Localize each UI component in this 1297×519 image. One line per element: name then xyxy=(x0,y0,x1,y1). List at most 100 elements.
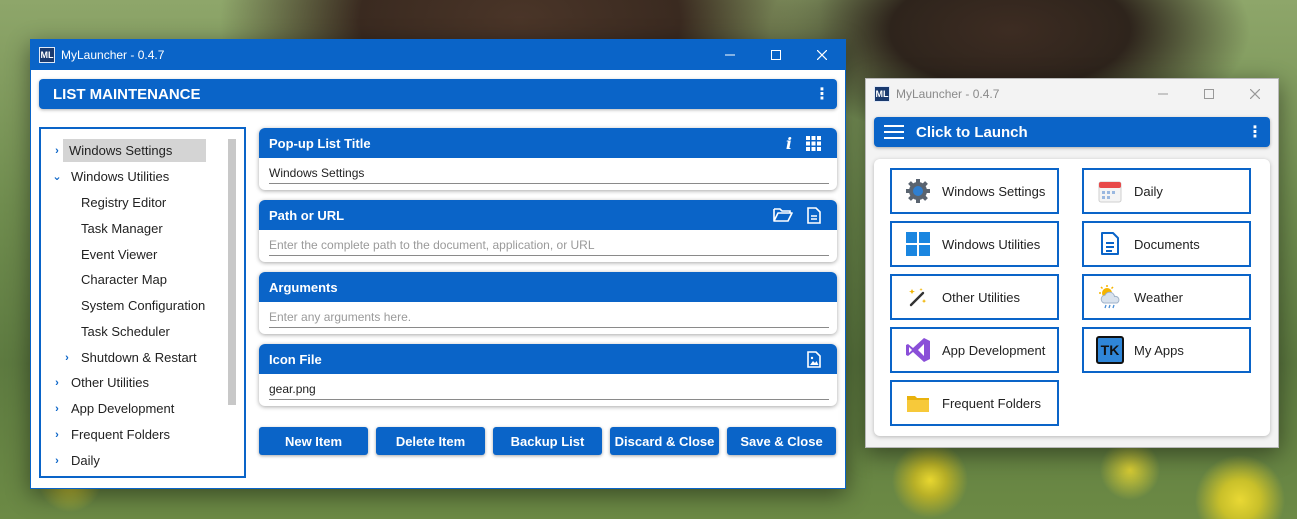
icon-file-field: Icon File gear.png xyxy=(259,344,837,406)
maximize-button[interactable] xyxy=(1186,79,1232,109)
page-header: LIST MAINTENANCE ⋮ xyxy=(39,79,837,109)
launcher-header: Click to Launch ⋮ xyxy=(874,117,1270,147)
tree-item[interactable]: Task Manager xyxy=(75,216,169,241)
calendar-icon xyxy=(1096,177,1124,205)
tile-label: My Apps xyxy=(1134,342,1184,358)
close-button[interactable] xyxy=(1232,79,1278,109)
close-button[interactable] xyxy=(799,40,845,70)
tree-item-label: Windows Settings xyxy=(63,139,206,162)
app-logo-icon: ML xyxy=(874,86,890,102)
popup-title-input[interactable]: Windows Settings xyxy=(269,164,829,184)
title-bar[interactable]: ML MyLauncher - 0.4.7 xyxy=(866,79,1278,109)
more-menu-icon[interactable]: ⋮ xyxy=(1240,122,1270,142)
weather-icon xyxy=(1096,283,1124,311)
field-label: Path or URL xyxy=(269,207,345,223)
delete-item-button[interactable]: Delete Item xyxy=(376,427,485,455)
chevron-down-icon[interactable]: ⌄ xyxy=(49,170,65,183)
tile-windows-utilities[interactable]: Windows Utilities xyxy=(890,221,1059,267)
tile-frequent-folders[interactable]: Frequent Folders xyxy=(890,380,1059,426)
new-item-button[interactable]: New Item xyxy=(259,427,368,455)
tree-item[interactable]: › Other Utilities xyxy=(49,370,155,395)
backup-list-button[interactable]: Backup List xyxy=(493,427,602,455)
document-icon[interactable] xyxy=(807,206,821,224)
save-close-button[interactable]: Save & Close xyxy=(727,427,836,455)
chevron-right-icon[interactable]: › xyxy=(49,455,65,467)
tile-label: Windows Utilities xyxy=(942,236,1041,252)
tile-my-apps[interactable]: TK My Apps xyxy=(1082,327,1251,373)
image-file-icon[interactable] xyxy=(807,350,821,368)
tree-item[interactable]: Character Map xyxy=(75,267,173,292)
tree-item-label: Shutdown & Restart xyxy=(81,350,197,365)
maximize-icon xyxy=(771,50,781,60)
tree-item-label: Registry Editor xyxy=(81,195,167,210)
chevron-right-icon[interactable]: › xyxy=(59,352,75,364)
launcher-window: ML MyLauncher - 0.4.7 Click to Launch ⋮ xyxy=(865,78,1279,448)
tree-item[interactable]: › Frequent Folders xyxy=(49,422,176,447)
magic-wand-icon xyxy=(904,283,932,311)
info-icon[interactable]: i xyxy=(786,134,792,153)
path-input[interactable]: Enter the complete path to the document,… xyxy=(269,236,829,256)
tk-icon-text: TK xyxy=(1100,342,1120,358)
launcher-title: Click to Launch xyxy=(916,123,1028,141)
tile-label: Windows Settings xyxy=(942,183,1046,199)
minimize-icon xyxy=(725,54,735,56)
hamburger-menu-icon[interactable] xyxy=(883,124,905,140)
tile-label: Frequent Folders xyxy=(942,395,1041,411)
close-icon xyxy=(1250,89,1260,99)
tk-icon: TK xyxy=(1096,336,1124,364)
visual-studio-icon xyxy=(904,336,932,364)
launch-panel: Windows Settings Daily Windows Utilities xyxy=(874,159,1270,436)
tree-item[interactable]: › Shutdown & Restart xyxy=(59,345,203,370)
tree-item[interactable]: System Configuration xyxy=(75,293,211,318)
path-field: Path or URL Enter the complete path to t… xyxy=(259,200,837,262)
tree-item[interactable]: ⌄ Windows Utilities xyxy=(49,164,175,189)
minimize-icon xyxy=(1158,93,1168,95)
list-tree[interactable]: › Windows Settings ⌄ Windows Utilities R… xyxy=(39,127,246,478)
tile-other-utilities[interactable]: Other Utilities xyxy=(890,274,1059,320)
chevron-right-icon[interactable]: › xyxy=(49,403,65,415)
open-folder-icon[interactable] xyxy=(773,207,793,223)
tree-item[interactable]: Registry Editor xyxy=(75,190,172,215)
tree-item[interactable]: Event Viewer xyxy=(75,242,163,267)
tree-item-label: Other Utilities xyxy=(71,375,150,390)
tile-label: App Development xyxy=(942,342,1046,358)
grid-icon[interactable] xyxy=(806,135,821,151)
minimize-button[interactable] xyxy=(707,40,753,70)
tile-weather[interactable]: Weather xyxy=(1082,274,1251,320)
tree-item-label: Event Viewer xyxy=(81,247,158,262)
tile-daily[interactable]: Daily xyxy=(1082,168,1251,214)
tree-item[interactable]: › Windows Settings xyxy=(49,138,206,163)
tree-scrollbar[interactable] xyxy=(228,139,236,405)
tree-item[interactable]: › App Development xyxy=(49,396,180,421)
tree-item[interactable]: › Daily xyxy=(49,448,106,473)
app-logo-icon: ML xyxy=(39,47,55,63)
tree-item[interactable]: Task Scheduler xyxy=(75,319,176,344)
tile-label: Other Utilities xyxy=(942,289,1021,305)
tile-label: Weather xyxy=(1134,289,1183,305)
maximize-button[interactable] xyxy=(753,40,799,70)
arguments-field: Arguments Enter any arguments here. xyxy=(259,272,837,334)
maximize-icon xyxy=(1204,89,1214,99)
tree-item-label: Task Manager xyxy=(81,221,163,236)
tile-documents[interactable]: Documents xyxy=(1082,221,1251,267)
tile-app-development[interactable]: App Development xyxy=(890,327,1059,373)
field-label: Pop-up List Title xyxy=(269,135,371,151)
close-icon xyxy=(817,50,827,60)
tree-item-label: Character Map xyxy=(81,272,167,287)
list-maintenance-window: ML MyLauncher - 0.4.7 LIST MAINTENANCE ⋮… xyxy=(30,39,846,489)
chevron-right-icon[interactable]: › xyxy=(49,429,65,441)
icon-file-input[interactable]: gear.png xyxy=(269,380,829,400)
title-bar[interactable]: ML MyLauncher - 0.4.7 xyxy=(31,40,845,70)
more-menu-icon[interactable]: ⋮ xyxy=(807,84,837,104)
discard-close-button[interactable]: Discard & Close xyxy=(610,427,719,455)
minimize-button[interactable] xyxy=(1140,79,1186,109)
field-label: Arguments xyxy=(269,279,338,295)
tile-windows-settings[interactable]: Windows Settings xyxy=(890,168,1059,214)
gear-icon xyxy=(904,177,932,205)
tile-label: Daily xyxy=(1134,183,1163,199)
arguments-input[interactable]: Enter any arguments here. xyxy=(269,308,829,328)
folder-icon xyxy=(904,389,932,417)
chevron-right-icon[interactable]: › xyxy=(49,377,65,389)
tree-item-label: System Configuration xyxy=(81,298,206,313)
window-title: MyLauncher - 0.4.7 xyxy=(896,87,1000,101)
